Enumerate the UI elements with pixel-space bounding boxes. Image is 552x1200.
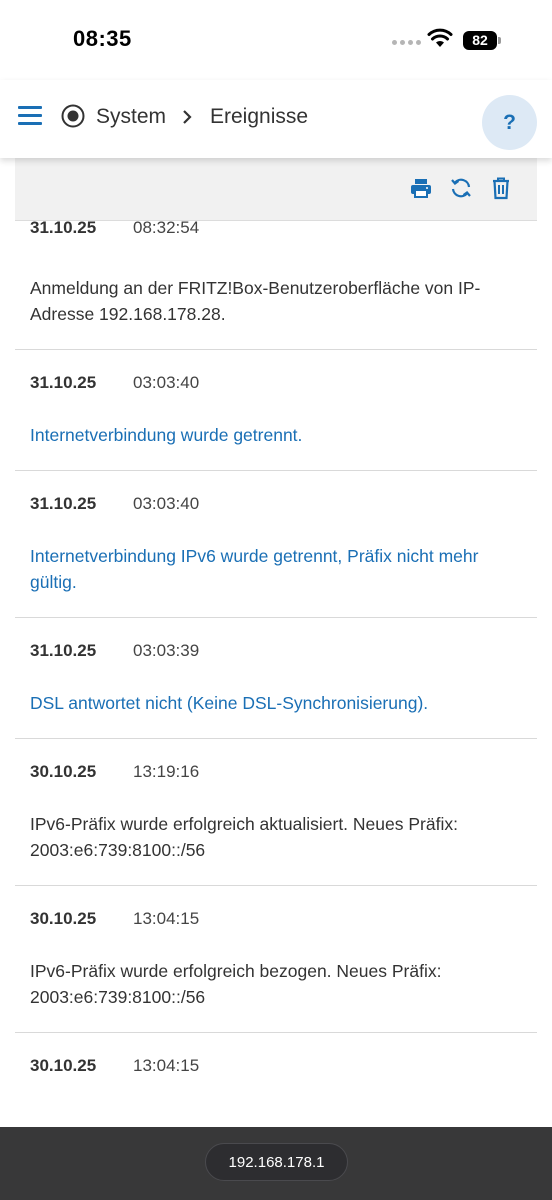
hamburger-menu-icon[interactable] — [18, 106, 42, 126]
battery-icon: 82 — [463, 31, 497, 50]
events-toolbar — [15, 158, 537, 221]
event-date: 31.10.25 — [30, 494, 97, 513]
event-message-link[interactable]: Internetverbindung wurde getrennt. — [30, 416, 522, 470]
breadcrumb-ereignisse: Ereignisse — [210, 105, 309, 128]
event-item: 30.10.25 13:19:16 IPv6-Präfix wurde erfo… — [15, 739, 537, 886]
event-header: 31.10.25 03:03:39 — [30, 618, 522, 684]
event-header: 31.10.25 03:03:40 — [30, 350, 522, 416]
event-message-link[interactable]: Internetverbindung IPv6 wurde getrennt, … — [30, 537, 522, 617]
event-item: 30.10.25 13:04:15 IPv6-Präfix wurde erfo… — [15, 886, 537, 1033]
event-header: 30.10.25 13:04:15 — [30, 886, 522, 952]
system-icon — [61, 104, 85, 128]
event-time: 03:03:39 — [133, 641, 200, 660]
status-bar: 08:35 82 — [0, 0, 552, 80]
events-list: 31.10.25 08:32:54 Anmeldung an der FRITZ… — [15, 220, 537, 1099]
app-header: System Ereignisse ? — [0, 80, 552, 158]
event-time: 03:03:40 — [133, 494, 200, 513]
trash-icon[interactable] — [489, 176, 513, 200]
event-time: 13:19:16 — [133, 762, 200, 781]
event-time: 13:04:15 — [133, 1056, 200, 1075]
event-time: 03:03:40 — [133, 373, 200, 392]
event-item: 31.10.25 03:03:40 Internetverbindung wur… — [15, 350, 537, 471]
url-bar[interactable]: 192.168.178.1 — [205, 1143, 348, 1181]
signal-icon — [392, 40, 421, 45]
refresh-icon[interactable] — [449, 176, 473, 200]
event-header: 30.10.25 13:19:16 — [30, 739, 522, 805]
printer-icon[interactable] — [409, 176, 433, 200]
wifi-icon — [427, 28, 453, 47]
breadcrumb-system[interactable]: System — [96, 105, 166, 129]
event-header: 31.10.25 08:32:54 — [30, 220, 522, 238]
chevron-right-icon — [183, 110, 192, 124]
event-date: 30.10.25 — [30, 762, 97, 781]
event-item: 30.10.25 13:04:15 — [15, 1033, 537, 1099]
event-message: Anmeldung an der FRITZ!Box-Benutzeroberf… — [30, 278, 481, 324]
event-item: 31.10.25 08:32:54 Anmeldung an der FRITZ… — [15, 220, 537, 350]
help-button[interactable]: ? — [482, 95, 537, 150]
event-date: 31.10.25 — [30, 373, 97, 392]
status-time: 08:35 — [73, 26, 132, 51]
event-date: 31.10.25 — [30, 220, 97, 237]
event-message: IPv6-Präfix wurde erfolgreich aktualisie… — [30, 814, 458, 860]
event-time: 13:04:15 — [133, 909, 200, 928]
event-header: 31.10.25 03:03:40 — [30, 471, 522, 537]
event-header: 30.10.25 13:04:15 — [30, 1033, 522, 1099]
event-message: IPv6-Präfix wurde erfolgreich bezogen. N… — [30, 961, 442, 1007]
event-date: 31.10.25 — [30, 641, 97, 660]
battery-tip — [498, 37, 501, 44]
browser-bottom-bar: 192.168.178.1 — [0, 1127, 552, 1200]
event-item: 31.10.25 03:03:39 DSL antwortet nicht (K… — [15, 618, 537, 739]
event-date: 30.10.25 — [30, 909, 97, 928]
event-time: 08:32:54 — [133, 220, 200, 237]
event-date: 30.10.25 — [30, 1056, 97, 1075]
event-message-link[interactable]: DSL antwortet nicht (Keine DSL-Synchroni… — [30, 684, 522, 738]
event-item: 31.10.25 03:03:40 Internetverbindung IPv… — [15, 471, 537, 618]
